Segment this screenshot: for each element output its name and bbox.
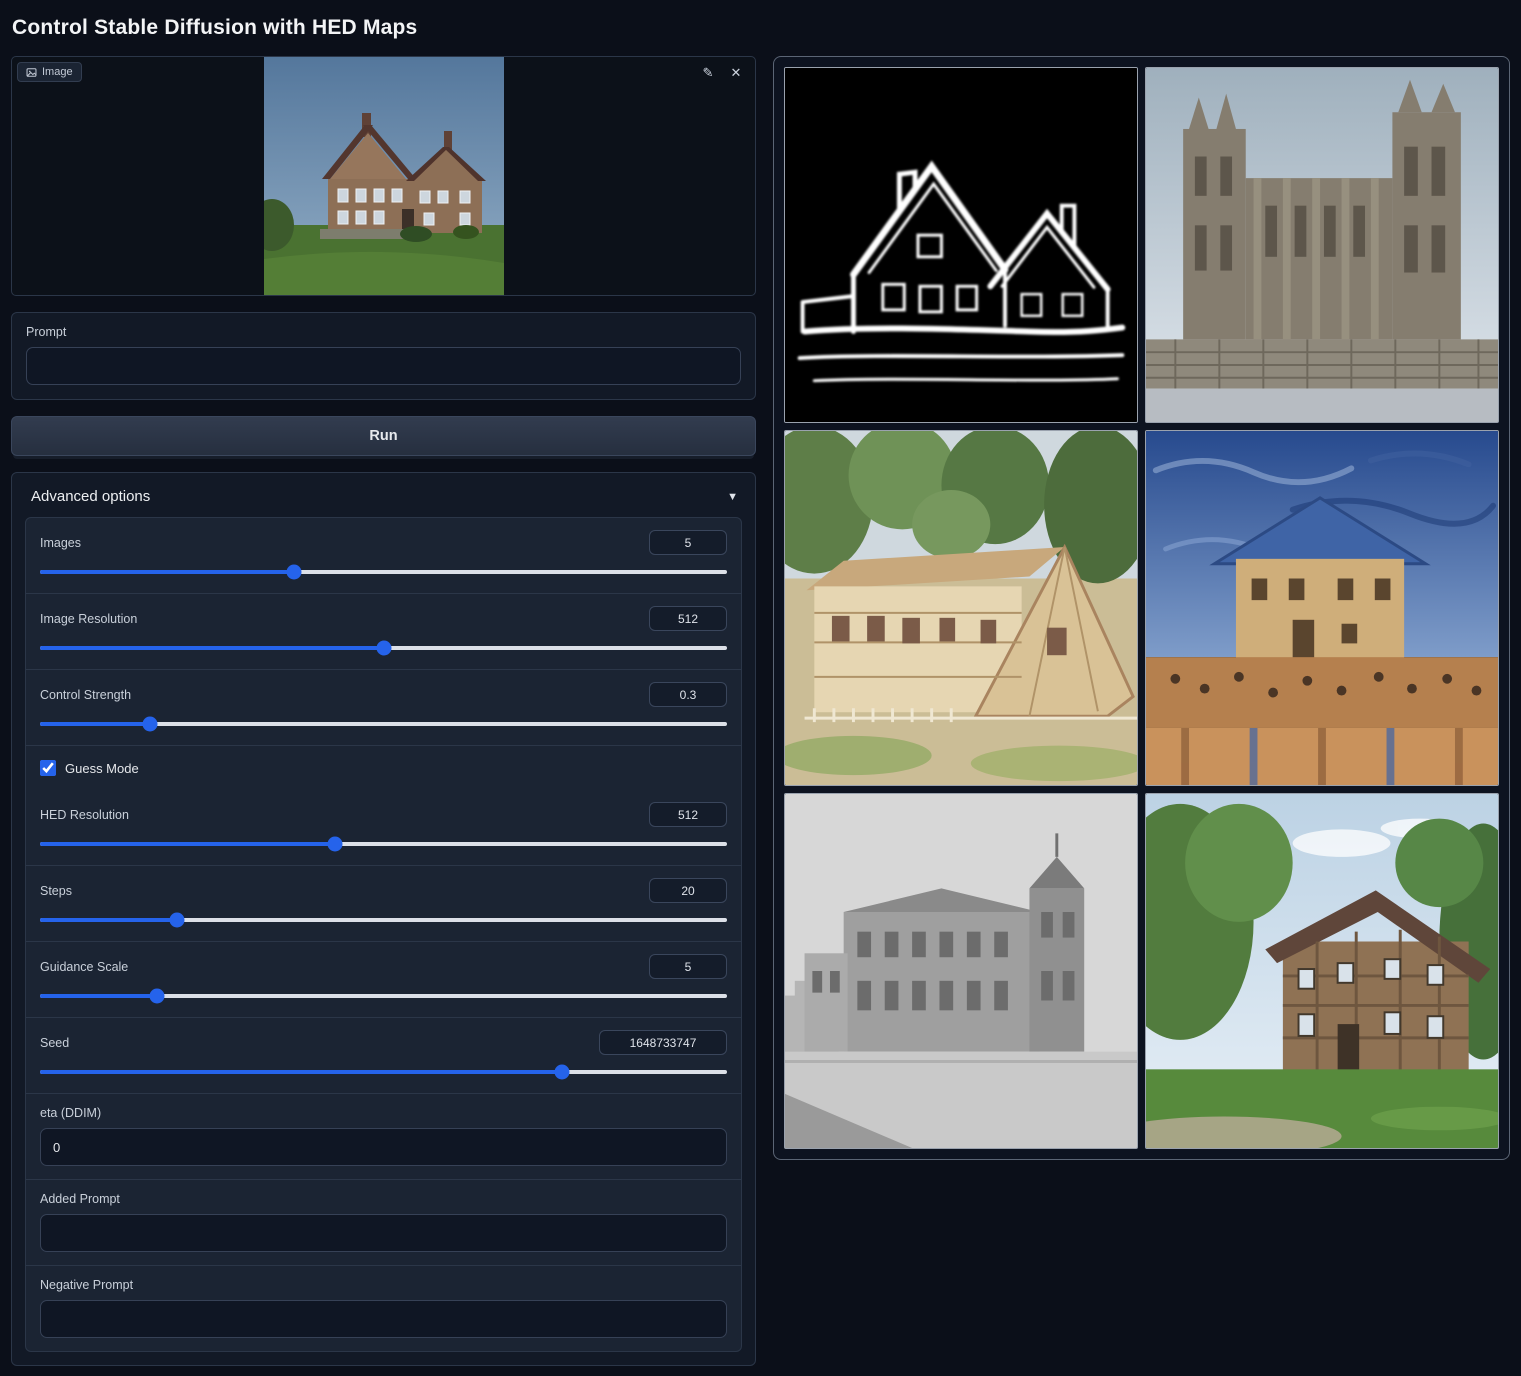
seed-value-input[interactable] xyxy=(599,1030,727,1055)
images-label: Images xyxy=(40,536,81,550)
hed-resolution-slider-row: HED Resolution xyxy=(26,790,741,866)
eta-row: eta (DDIM) xyxy=(26,1094,741,1180)
image-resolution-label: Image Resolution xyxy=(40,612,137,626)
hed-resolution-label: HED Resolution xyxy=(40,808,129,822)
uploaded-image xyxy=(264,57,504,295)
images-value-input[interactable] xyxy=(649,530,727,555)
eta-label: eta (DDIM) xyxy=(40,1106,727,1120)
image-resolution-slider[interactable] xyxy=(40,640,727,656)
hed-resolution-slider[interactable] xyxy=(40,836,727,852)
added-prompt-input[interactable] xyxy=(40,1214,727,1252)
guidance-scale-value-input[interactable] xyxy=(649,954,727,979)
prompt-block: Prompt xyxy=(11,312,756,400)
guess-mode-checkbox[interactable] xyxy=(40,760,56,776)
gallery-item-hed-map[interactable] xyxy=(784,67,1138,423)
image-resolution-value-input[interactable] xyxy=(649,606,727,631)
advanced-options-accordion: Advanced options ▼ Images xyxy=(11,472,756,1366)
seed-slider-row: Seed xyxy=(26,1018,741,1094)
added-prompt-row: Added Prompt xyxy=(26,1180,741,1266)
main-columns: Image ✎ ✕ xyxy=(11,56,1510,1366)
output-gallery xyxy=(773,56,1510,1160)
slider-handle[interactable] xyxy=(555,1065,570,1080)
control-strength-slider[interactable] xyxy=(40,716,727,732)
slider-handle[interactable] xyxy=(142,717,157,732)
timber-house-image xyxy=(1146,794,1498,1148)
gallery-item-farmhouse-painting[interactable] xyxy=(784,430,1138,786)
steps-value-input[interactable] xyxy=(649,878,727,903)
guidance-scale-label: Guidance Scale xyxy=(40,960,128,974)
steps-slider-row: Steps xyxy=(26,866,741,942)
guess-mode-label[interactable]: Guess Mode xyxy=(65,761,139,776)
negative-prompt-row: Negative Prompt xyxy=(26,1266,741,1351)
controls-column: Image ✎ ✕ xyxy=(11,56,756,1366)
advanced-options-title: Advanced options xyxy=(31,488,150,505)
image-input-label-text: Image xyxy=(42,66,73,78)
slider-handle[interactable] xyxy=(328,837,343,852)
eta-input[interactable] xyxy=(40,1128,727,1166)
gallery-item-cathedral[interactable] xyxy=(1145,67,1499,423)
seed-label: Seed xyxy=(40,1036,69,1050)
steps-label: Steps xyxy=(40,884,72,898)
gallery-item-impressionist-house[interactable] xyxy=(1145,430,1499,786)
cathedral-image xyxy=(1146,68,1498,422)
slider-handle[interactable] xyxy=(170,913,185,928)
control-strength-value-input[interactable] xyxy=(649,682,727,707)
seed-slider[interactable] xyxy=(40,1064,727,1080)
image-input[interactable]: Image ✎ ✕ xyxy=(11,56,756,296)
images-slider-row: Images xyxy=(26,518,741,594)
images-slider[interactable] xyxy=(40,564,727,580)
guidance-scale-slider-row: Guidance Scale xyxy=(26,942,741,1018)
gallery-item-timber-house[interactable] xyxy=(1145,793,1499,1149)
slider-handle[interactable] xyxy=(376,641,391,656)
prompt-input[interactable] xyxy=(26,347,741,385)
negative-prompt-input[interactable] xyxy=(40,1300,727,1338)
page-title: Control Stable Diffusion with HED Maps xyxy=(12,16,1510,40)
clear-image-button[interactable]: ✕ xyxy=(725,62,747,84)
prompt-label: Prompt xyxy=(26,325,741,339)
results-column xyxy=(773,56,1510,1160)
negative-prompt-label: Negative Prompt xyxy=(40,1278,727,1292)
image-icon xyxy=(26,67,37,78)
house-photo-image xyxy=(264,57,504,295)
guess-mode-row: Guess Mode xyxy=(26,746,741,790)
added-prompt-label: Added Prompt xyxy=(40,1192,727,1206)
slider-handle[interactable] xyxy=(149,989,164,1004)
image-toolbar: ✎ ✕ xyxy=(697,62,747,84)
hed-edge-map-image xyxy=(785,68,1137,422)
hed-resolution-value-input[interactable] xyxy=(649,802,727,827)
advanced-options-header[interactable]: Advanced options ▼ xyxy=(25,486,742,517)
advanced-options-form: Images Image Resolution xyxy=(25,517,742,1352)
slider-handle[interactable] xyxy=(287,565,302,580)
chevron-down-icon: ▼ xyxy=(727,491,738,503)
image-input-label: Image xyxy=(17,62,82,82)
steps-slider[interactable] xyxy=(40,912,727,928)
control-strength-label: Control Strength xyxy=(40,688,131,702)
control-strength-slider-row: Control Strength xyxy=(26,670,741,746)
app-root: Control Stable Diffusion with HED Maps I… xyxy=(0,0,1521,1376)
run-button[interactable]: Run xyxy=(11,416,756,456)
image-resolution-slider-row: Image Resolution xyxy=(26,594,741,670)
guidance-scale-slider[interactable] xyxy=(40,988,727,1004)
gallery-item-grayscale-manor[interactable] xyxy=(784,793,1138,1149)
impressionist-house-image xyxy=(1146,431,1498,785)
edit-image-button[interactable]: ✎ xyxy=(697,62,719,84)
grayscale-manor-image xyxy=(785,794,1137,1148)
farmhouse-painting-image xyxy=(785,431,1137,785)
